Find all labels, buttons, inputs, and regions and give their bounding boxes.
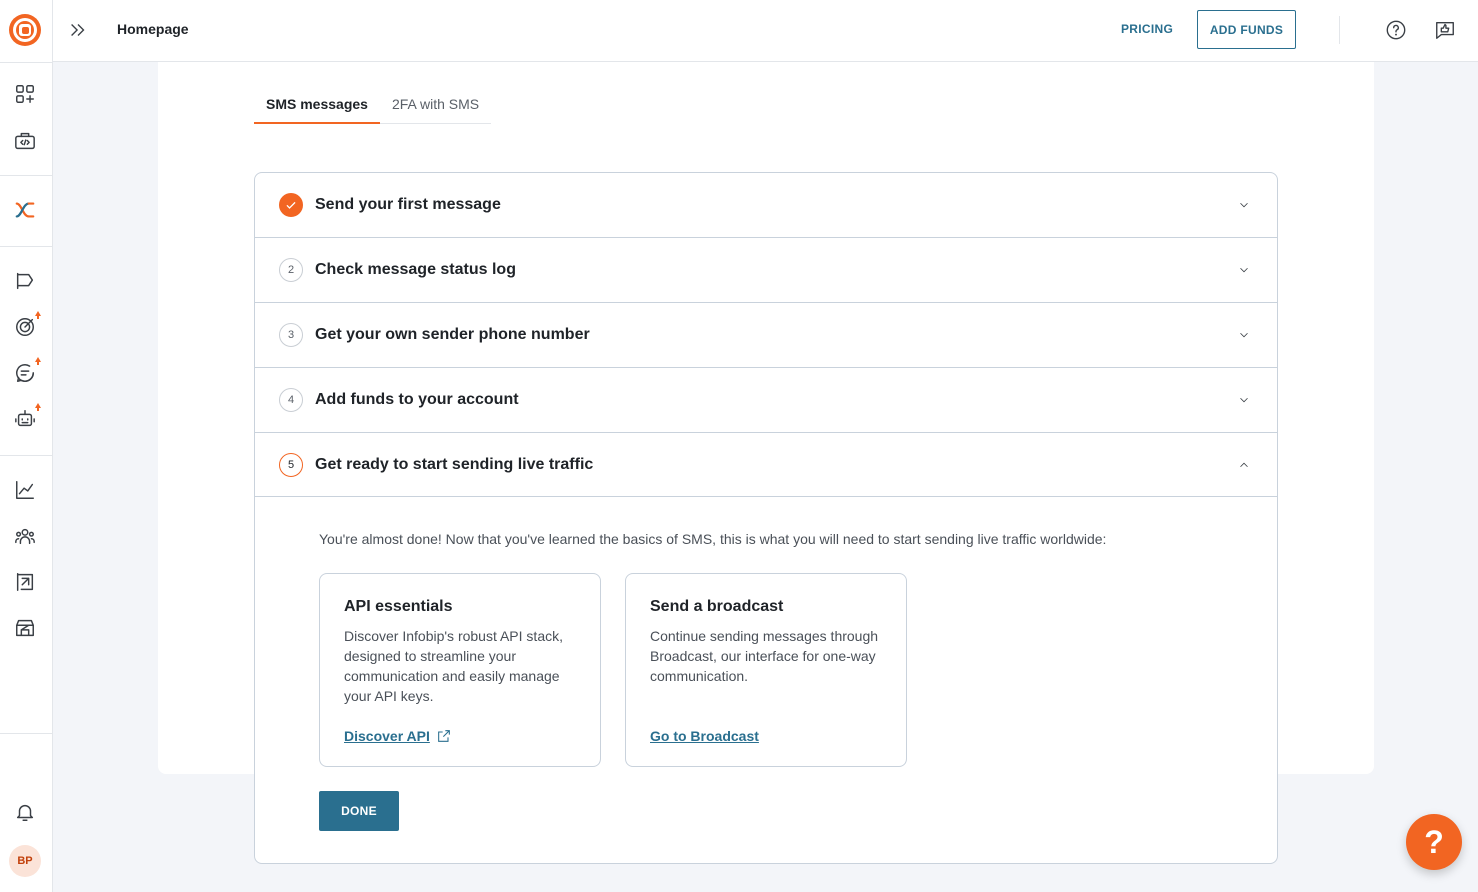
expand-sidebar-icon[interactable]	[67, 19, 89, 41]
step-item-live-traffic[interactable]: 5 Get ready to start sending live traffi…	[255, 433, 1277, 497]
help-icon[interactable]	[1385, 19, 1407, 41]
step-item-add-funds[interactable]: 4 Add funds to your account	[255, 368, 1277, 433]
campaigns-flag-icon[interactable]	[13, 269, 37, 293]
discover-api-link[interactable]: Discover API	[344, 728, 452, 744]
page-title: Homepage	[117, 21, 189, 37]
header-divider	[1339, 16, 1340, 44]
top-header: Homepage PRICING ADD FUNDS	[53, 0, 1478, 62]
step-title: Add funds to your account	[315, 391, 519, 408]
user-avatar[interactable]: BP	[9, 845, 41, 877]
apps-grid-icon[interactable]	[13, 82, 37, 106]
chevron-up-icon[interactable]	[1237, 458, 1251, 472]
sidebar-divider	[0, 246, 53, 247]
step-item-check-status-log[interactable]: 2 Check message status log	[255, 238, 1277, 303]
exchange-icon[interactable]	[13, 570, 37, 594]
infobip-logo[interactable]	[9, 14, 41, 46]
step-item-sender-number[interactable]: 3 Get your own sender phone number	[255, 303, 1277, 368]
step-expanded-panel: You're almost done! Now that you've lear…	[255, 497, 1277, 863]
connectivity-icon[interactable]	[13, 198, 37, 222]
people-icon[interactable]	[13, 524, 37, 548]
upgrade-badge-icon	[35, 357, 41, 365]
pricing-link[interactable]: PRICING	[1121, 22, 1173, 36]
tab-sms-messages[interactable]: SMS messages	[254, 88, 380, 124]
upgrade-badge-icon	[35, 403, 41, 411]
chevron-down-icon[interactable]	[1237, 393, 1251, 407]
tab-2fa-with-sms[interactable]: 2FA with SMS	[380, 88, 491, 124]
card-title: API essentials	[344, 598, 453, 615]
step-completed-check-icon	[279, 193, 303, 217]
targeting-icon[interactable]	[13, 311, 41, 339]
analytics-chart-icon[interactable]	[13, 478, 37, 502]
step-number: 5	[279, 453, 303, 477]
step-item-send-first-message[interactable]: Send your first message	[255, 173, 1277, 238]
send-broadcast-card: Send a broadcast Continue sending messag…	[625, 573, 907, 767]
done-button[interactable]: DONE	[319, 791, 399, 831]
conversations-icon[interactable]	[13, 357, 41, 385]
developer-tools-icon[interactable]	[13, 129, 37, 153]
sidebar: BP	[0, 0, 53, 892]
sidebar-divider	[0, 175, 53, 176]
go-to-broadcast-link[interactable]: Go to Broadcast	[650, 728, 759, 744]
onboarding-steps-accordion: Send your first message 2 Check message …	[254, 172, 1278, 864]
chevron-down-icon[interactable]	[1237, 198, 1251, 212]
card-description: Discover Infobip's robust API stack, des…	[344, 628, 563, 704]
feedback-icon[interactable]	[1434, 19, 1456, 41]
help-chat-button[interactable]: ?	[1406, 814, 1462, 870]
api-essentials-card: API essentials Discover Infobip's robust…	[319, 573, 601, 767]
card-description: Continue sending messages through Broadc…	[650, 628, 879, 684]
step-title: Send your first message	[315, 196, 501, 213]
marketplace-store-icon[interactable]	[13, 616, 37, 640]
step-title: Check message status log	[315, 261, 516, 278]
step-intro-text: You're almost done! Now that you've lear…	[319, 531, 1107, 547]
chatbot-icon[interactable]	[13, 403, 41, 431]
sidebar-divider	[0, 62, 53, 63]
chevron-down-icon[interactable]	[1237, 263, 1251, 277]
step-title: Get your own sender phone number	[315, 326, 590, 343]
sidebar-divider	[0, 733, 53, 734]
add-funds-button[interactable]: ADD FUNDS	[1197, 10, 1296, 49]
step-number: 3	[279, 323, 303, 347]
sidebar-divider	[0, 455, 53, 456]
tab-bar: SMS messages 2FA with SMS	[254, 88, 492, 124]
external-link-icon	[437, 730, 450, 742]
step-number: 4	[279, 388, 303, 412]
link-label[interactable]: Go to Broadcast	[650, 728, 759, 744]
chevron-down-icon[interactable]	[1237, 328, 1251, 342]
link-label[interactable]: Discover API	[344, 728, 430, 744]
step-number: 2	[279, 258, 303, 282]
card-title: Send a broadcast	[650, 598, 784, 615]
step-title: Get ready to start sending live traffic	[315, 456, 594, 473]
upgrade-badge-icon	[35, 311, 41, 319]
notifications-bell-icon[interactable]	[13, 800, 37, 824]
